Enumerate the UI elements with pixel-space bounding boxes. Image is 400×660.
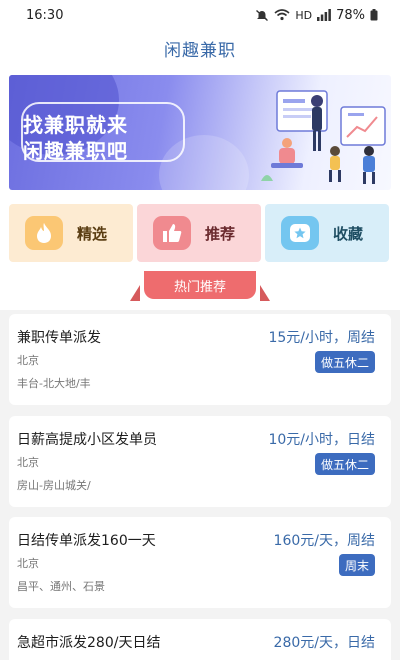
people-illustration — [261, 90, 386, 184]
job-pay: 15元/小时，周结 — [268, 330, 375, 346]
battery-icon — [370, 9, 378, 21]
job-schedule-tag: 做五休二 — [314, 453, 375, 475]
status-time: 16:30 — [26, 7, 64, 23]
job-title: 日结传单派发160一天 — [17, 533, 156, 549]
job-card[interactable]: 日结传单派发160一天 北京 昌平、通州、石景 160元/天，周结 周末 — [9, 517, 391, 608]
job-title: 日薪高提成小区发单员 — [17, 432, 157, 448]
job-pay: 280元/天，日结 — [273, 635, 375, 651]
page-title: 闲趣兼职 — [164, 41, 236, 61]
quick-label: 精选 — [77, 224, 108, 243]
job-area: 房山-房山城关/ — [17, 479, 91, 492]
job-city: 北京 — [17, 354, 39, 367]
flame-icon — [25, 216, 63, 250]
job-card[interactable]: 日薪高提成小区发单员 北京 房山-房山城关/ 10元/小时，日结 做五休二 — [9, 416, 391, 507]
job-card[interactable]: 急超市派发280/天日结 280元/天，日结 — [9, 619, 391, 660]
quick-label: 收藏 — [333, 224, 364, 243]
signal-icon — [317, 9, 331, 21]
quick-entry-favorites[interactable]: 收藏 — [265, 204, 389, 262]
status-icons: HD 78% — [255, 8, 378, 23]
job-pay: 10元/小时，日结 — [268, 432, 375, 448]
job-title: 兼职传单派发 — [17, 330, 101, 346]
quick-entry-featured[interactable]: 精选 — [9, 204, 133, 262]
status-bar: 16:30 HD 78% — [0, 0, 400, 30]
wifi-icon — [274, 9, 290, 21]
job-pay: 160元/天，周结 — [273, 533, 375, 549]
hot-recommend-tab[interactable]: 热门推荐 — [144, 271, 256, 299]
banner-headline-2: 闲趣兼职吧 — [23, 139, 128, 163]
job-area: 丰台-北大地/丰 — [17, 377, 91, 390]
hd-label: HD — [295, 8, 313, 22]
quick-entry-recommended[interactable]: 推荐 — [137, 204, 261, 262]
mute-icon — [255, 9, 269, 22]
thumbs-up-icon — [153, 216, 191, 250]
battery-percent: 78% — [336, 7, 365, 23]
job-city: 北京 — [17, 456, 39, 469]
job-card[interactable]: 兼职传单派发 北京 丰台-北大地/丰 15元/小时，周结 做五休二 — [9, 314, 391, 405]
ribbon-wing-left — [130, 285, 140, 301]
job-title: 急超市派发280/天日结 — [17, 635, 161, 651]
promo-banner[interactable]: 找兼职就来 闲趣兼职吧 — [9, 75, 391, 190]
job-city: 北京 — [17, 557, 39, 570]
hot-section-header: 热门推荐 — [130, 271, 270, 303]
star-icon — [281, 216, 319, 250]
job-schedule-tag: 做五休二 — [314, 351, 375, 373]
quick-label: 推荐 — [205, 224, 236, 243]
job-schedule-tag: 周末 — [338, 554, 375, 576]
ribbon-wing-right — [260, 285, 270, 301]
banner-headline-1: 找兼职就来 — [23, 113, 128, 137]
job-area: 昌平、通州、石景 — [17, 580, 105, 593]
